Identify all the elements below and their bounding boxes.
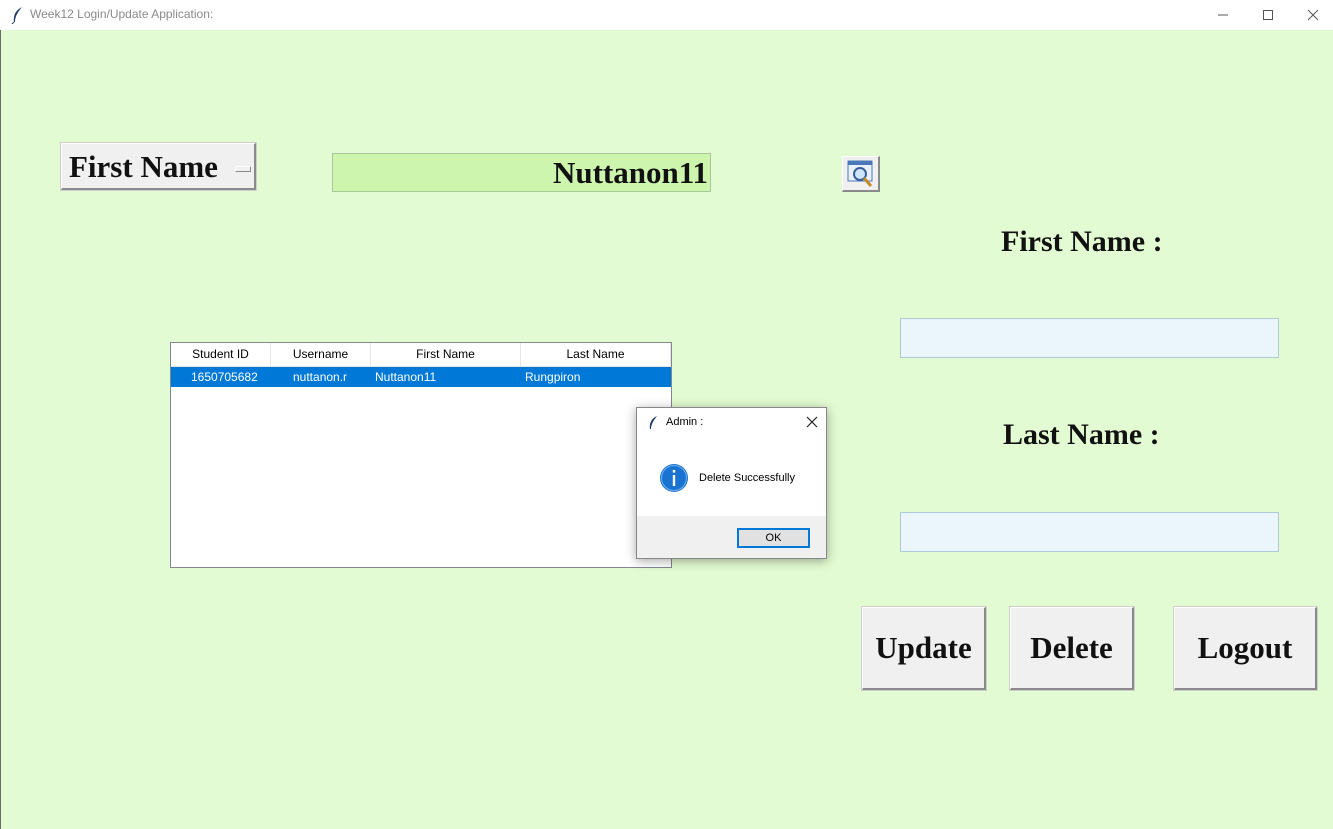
magnifier-window-icon [847,160,873,187]
update-button[interactable]: Update [861,606,987,691]
close-icon [1307,9,1319,21]
ok-button[interactable]: OK [737,528,810,548]
first-name-input[interactable] [900,318,1279,358]
minimize-icon [1218,14,1228,16]
dialog-footer: OK [637,516,826,558]
cell-username: nuttanon.r [293,370,348,384]
dialog-close-icon[interactable] [805,415,819,429]
search-field-label: First Name [69,149,218,184]
info-icon [660,464,688,492]
search-field-dropdown[interactable]: First Name [60,142,257,191]
search-input[interactable]: Nuttanon11 [332,153,711,192]
cell-first-name: Nuttanon11 [375,370,437,384]
cell-last-name: Rungpiron [525,370,581,384]
column-header-student-id[interactable]: Student ID [171,343,271,366]
column-header-username[interactable]: Username [271,343,371,366]
table-row[interactable]: 1650705682 nuttanon.r Nuttanon11 Rungpir… [171,367,671,387]
window-titlebar: Week12 Login/Update Application: [0,0,1333,30]
window-border [0,30,1,829]
info-dialog: Admin : Delete Successfully OK [636,407,827,559]
feather-icon [11,7,22,24]
dropdown-indicator-icon [235,166,251,172]
student-table[interactable]: Student ID Username First Name Last Name… [170,342,672,568]
feather-icon [649,416,657,429]
table-header: Student ID Username First Name Last Name [171,343,671,367]
window-title: Week12 Login/Update Application: [30,7,214,21]
dialog-title: Admin : [666,416,704,428]
dialog-message: Delete Successfully [699,472,795,484]
column-header-first-name[interactable]: First Name [371,343,521,366]
close-button[interactable] [1290,0,1333,30]
search-button[interactable] [842,156,880,192]
last-name-input[interactable] [900,512,1279,552]
minimize-button[interactable] [1200,0,1246,30]
delete-button[interactable]: Delete [1009,606,1135,691]
column-header-last-name[interactable]: Last Name [521,343,671,366]
last-name-label: Last Name : [1003,418,1160,451]
cell-student-id: 1650705682 [191,370,258,384]
logout-button[interactable]: Logout [1173,606,1318,691]
maximize-icon [1263,10,1273,20]
maximize-button[interactable] [1245,0,1291,30]
first-name-label: First Name : [1001,225,1163,258]
